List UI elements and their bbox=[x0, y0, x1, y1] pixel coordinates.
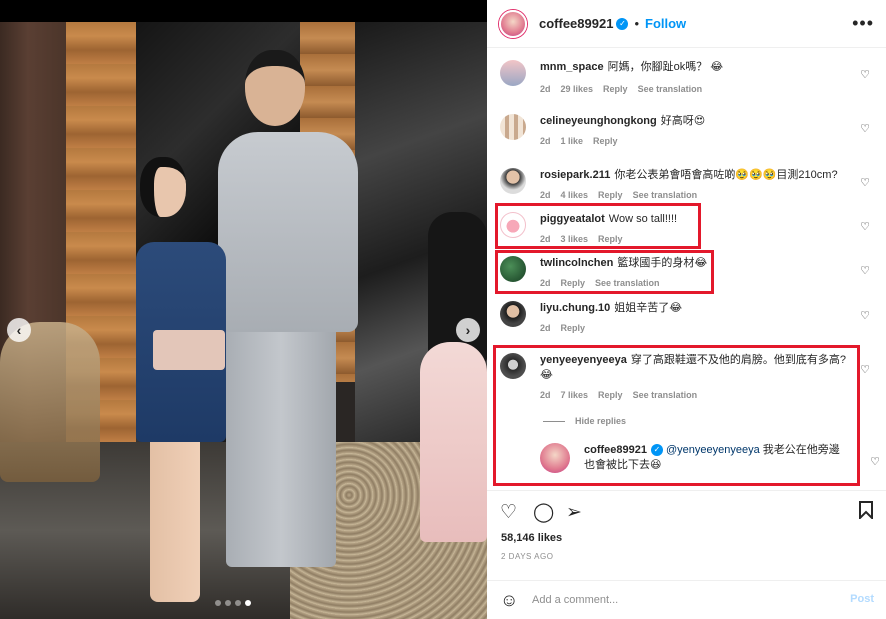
avatar[interactable] bbox=[500, 168, 526, 194]
reply-button[interactable]: Reply bbox=[561, 323, 586, 333]
carousel-dot bbox=[235, 600, 241, 606]
photo-person bbox=[226, 322, 336, 567]
photo-person bbox=[420, 342, 487, 542]
heart-icon[interactable]: ♡ bbox=[860, 309, 870, 322]
share-icon[interactable]: ➢ bbox=[566, 501, 582, 524]
separator-dot: • bbox=[634, 16, 640, 31]
comment-content: 姐姐辛苦了😂 bbox=[614, 302, 683, 314]
highlight-box bbox=[495, 203, 701, 249]
see-translation-button[interactable]: See translation bbox=[633, 190, 698, 200]
photo-chair bbox=[0, 322, 100, 482]
avatar[interactable] bbox=[500, 114, 526, 140]
avatar[interactable] bbox=[500, 60, 526, 86]
comment-composer: ☺ Post bbox=[487, 580, 886, 619]
highlight-box bbox=[493, 345, 860, 486]
comment-username[interactable]: mnm_space bbox=[540, 61, 604, 73]
photo-person bbox=[428, 212, 487, 362]
comment-text: liyu.chung.10 姐姐辛苦了😂 bbox=[540, 301, 860, 316]
heart-icon[interactable]: ♡ bbox=[860, 363, 870, 376]
comment-meta: 2d Reply bbox=[540, 323, 595, 333]
heart-icon[interactable]: ♡ bbox=[860, 176, 870, 189]
reply-button[interactable]: Reply bbox=[603, 84, 628, 94]
more-options-icon[interactable]: ••• bbox=[852, 13, 874, 34]
comment-age: 2d bbox=[540, 323, 551, 333]
see-translation-button[interactable]: See translation bbox=[638, 84, 703, 94]
comment-username[interactable]: liyu.chung.10 bbox=[540, 302, 610, 314]
photo-person bbox=[218, 132, 358, 332]
heart-icon[interactable]: ♡ bbox=[860, 122, 870, 135]
comment-content: 你老公表弟會唔會高咗啲🥹🥹🥹目測210cm? bbox=[614, 169, 838, 181]
bookmark-icon[interactable] bbox=[858, 501, 874, 525]
comment-icon[interactable]: ◯ bbox=[533, 501, 554, 524]
comment-likes[interactable]: 1 like bbox=[561, 136, 584, 146]
heart-icon[interactable]: ♡ bbox=[870, 455, 880, 468]
reply-button[interactable]: Reply bbox=[593, 136, 618, 146]
heart-icon[interactable]: ♡ bbox=[860, 220, 870, 233]
likes-count[interactable]: 58,146 likes bbox=[501, 532, 562, 544]
comment-meta: 2d 29 likes Reply See translation bbox=[540, 84, 712, 94]
comment-input[interactable] bbox=[532, 590, 832, 610]
heart-icon[interactable]: ♡ bbox=[500, 501, 517, 524]
post-button[interactable]: Post bbox=[850, 593, 874, 605]
carousel-dot bbox=[225, 600, 231, 606]
photo-person bbox=[150, 432, 200, 602]
photo-person bbox=[140, 157, 186, 217]
heart-icon[interactable]: ♡ bbox=[860, 264, 870, 277]
comment-meta: 2d 4 likes Reply See translation bbox=[540, 190, 707, 200]
avatar[interactable] bbox=[499, 9, 527, 38]
comment-text: celineyeunghongkong 好高呀😍 bbox=[540, 114, 860, 129]
comment-likes[interactable]: 4 likes bbox=[561, 190, 589, 200]
previous-slide-button[interactable]: ‹ bbox=[7, 318, 31, 342]
action-bar: ♡ ◯ ➢ bbox=[487, 490, 886, 530]
avatar[interactable] bbox=[500, 301, 526, 327]
follow-button[interactable]: Follow bbox=[645, 16, 686, 31]
emoji-icon[interactable]: ☺ bbox=[500, 590, 518, 611]
author-username[interactable]: coffee89921 bbox=[539, 16, 613, 31]
photo-person bbox=[245, 50, 305, 126]
comment-age: 2d bbox=[540, 136, 551, 146]
carousel-dot-active bbox=[245, 600, 251, 606]
next-slide-button[interactable]: › bbox=[456, 318, 480, 342]
comment-content: 好高呀😍 bbox=[660, 115, 706, 127]
reply-button[interactable]: Reply bbox=[598, 190, 623, 200]
carousel-dot bbox=[215, 600, 221, 606]
post-timestamp: 2 DAYS AGO bbox=[501, 552, 554, 561]
comment-username[interactable]: rosiepark.211 bbox=[540, 169, 610, 181]
comment-content: 阿媽，你腳趾ok嗎？ 😂 bbox=[607, 61, 724, 73]
carousel-dots bbox=[215, 600, 251, 606]
comment-meta: 2d 1 like Reply bbox=[540, 136, 628, 146]
comment-age: 2d bbox=[540, 190, 551, 200]
post-detail-panel: coffee89921 ✓ • Follow ••• mnm_space 阿媽，你… bbox=[487, 0, 886, 619]
heart-icon[interactable]: ♡ bbox=[860, 68, 870, 81]
post-header: coffee89921 ✓ • Follow ••• bbox=[487, 0, 886, 48]
post-photo[interactable]: ‹ › bbox=[0, 22, 487, 619]
comment-username[interactable]: celineyeunghongkong bbox=[540, 115, 657, 127]
comment-text: mnm_space 阿媽，你腳趾ok嗎？ 😂 bbox=[540, 60, 860, 75]
highlight-box bbox=[495, 250, 714, 294]
comment-age: 2d bbox=[540, 84, 551, 94]
comment-likes[interactable]: 29 likes bbox=[561, 84, 594, 94]
photo-clutch bbox=[153, 330, 225, 370]
comment-text: rosiepark.211 你老公表弟會唔會高咗啲🥹🥹🥹目測210cm? bbox=[540, 168, 860, 183]
verified-badge-icon: ✓ bbox=[616, 17, 629, 30]
